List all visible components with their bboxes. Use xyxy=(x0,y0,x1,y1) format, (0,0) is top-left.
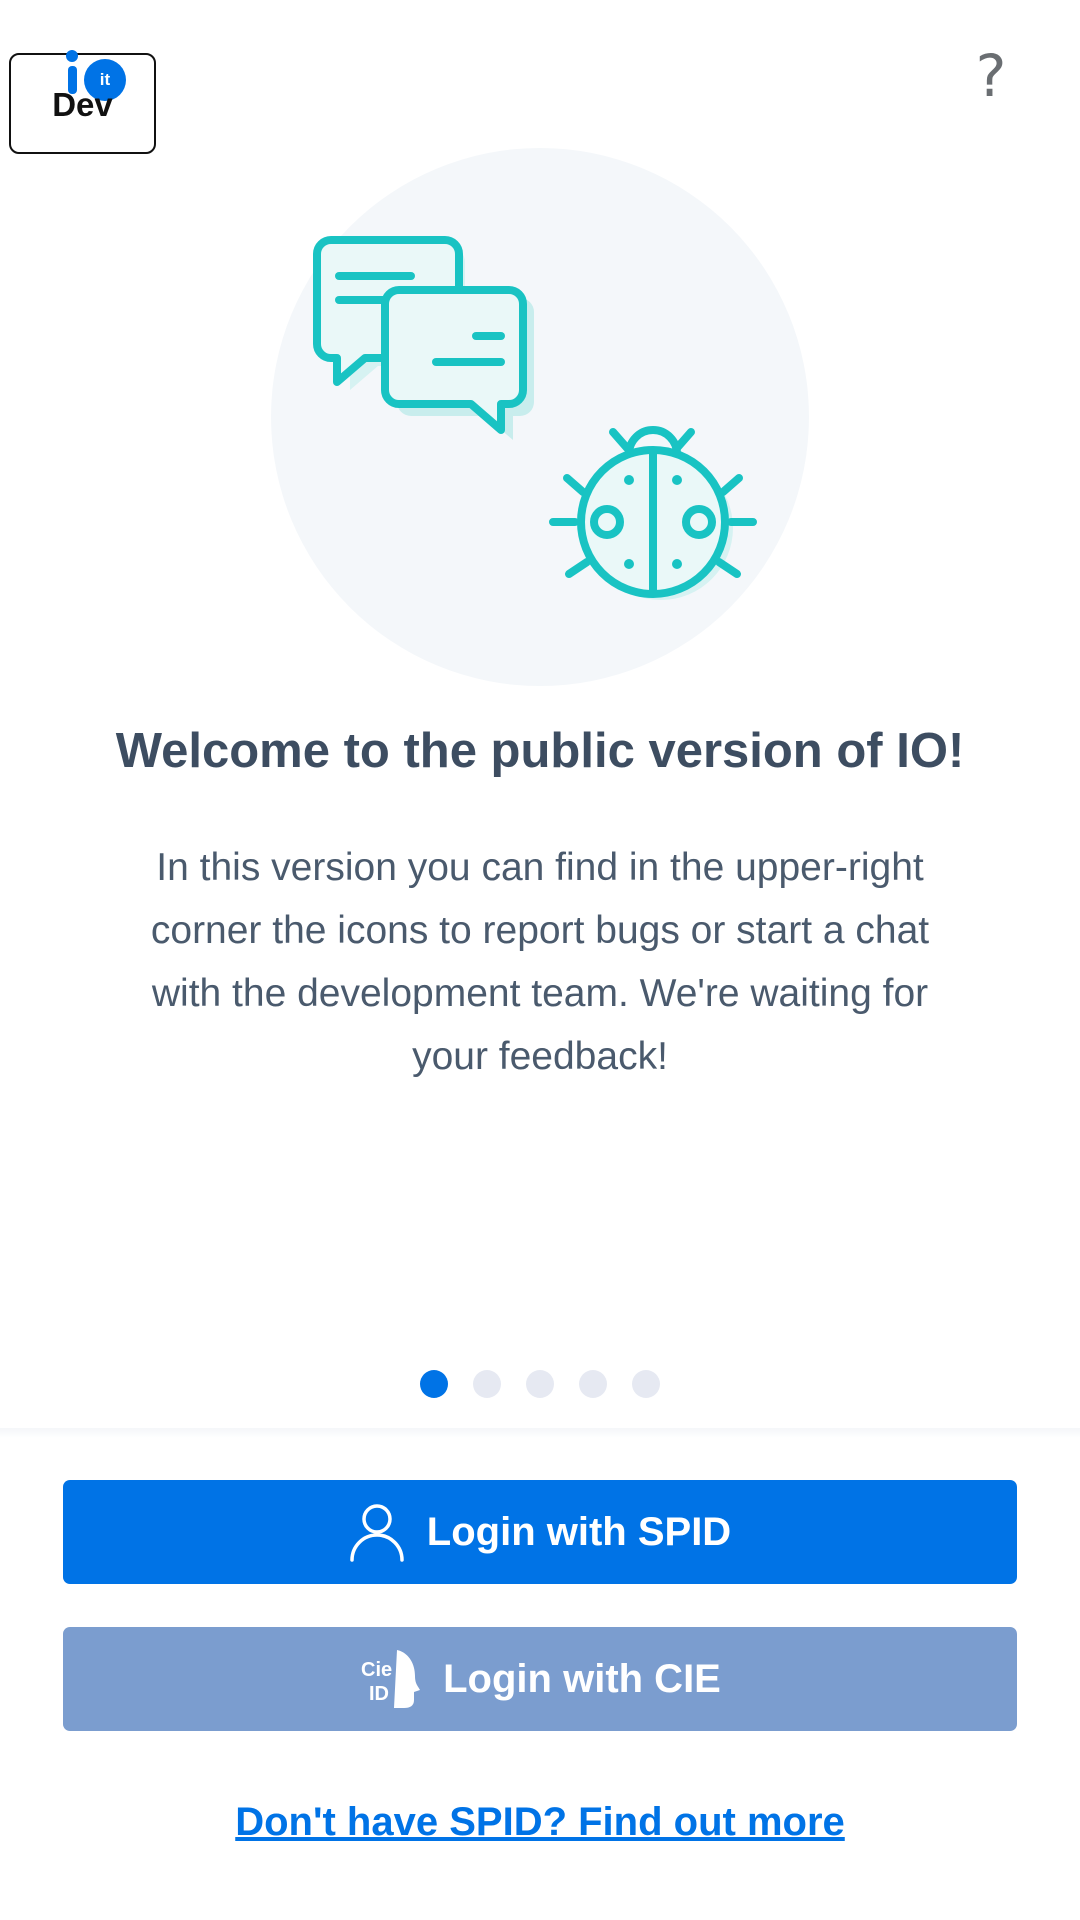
question-mark-icon: ? xyxy=(975,42,1007,110)
bug-icon xyxy=(549,426,757,600)
welcome-title: Welcome to the public version of IO! xyxy=(115,724,965,778)
pager-dot-4[interactable] xyxy=(579,1370,607,1398)
chat-bubbles-icon xyxy=(313,236,534,440)
welcome-screen: it Dev ? Welcome to the public version o… xyxy=(0,0,1080,1920)
welcome-description: In this version you can find in the uppe… xyxy=(150,846,930,1078)
pager-dot-2[interactable] xyxy=(473,1370,501,1398)
cie-id-icon: Cie ID xyxy=(359,1646,421,1712)
logo-dev-label: Dev xyxy=(52,86,113,123)
pager-dot-1[interactable] xyxy=(420,1370,448,1398)
svg-text:ID: ID xyxy=(369,1683,389,1705)
help-button[interactable]: ? xyxy=(955,40,1027,112)
login-cie-button[interactable]: Cie ID Login with CIE xyxy=(63,1627,1017,1731)
svg-text:Cie: Cie xyxy=(361,1659,392,1681)
pager-dot-3[interactable] xyxy=(526,1370,554,1398)
spid-info-link[interactable]: Don't have SPID? Find out more xyxy=(0,1800,1080,1845)
footer-divider xyxy=(0,1428,1080,1438)
login-spid-button[interactable]: Login with SPID xyxy=(63,1480,1017,1584)
app-dev-logo: it Dev xyxy=(9,50,156,154)
carousel-pager xyxy=(0,1370,1080,1398)
pager-dot-5[interactable] xyxy=(632,1370,660,1398)
login-cie-label: Login with CIE xyxy=(443,1656,721,1701)
logo-i-dot xyxy=(66,50,78,62)
welcome-illustration xyxy=(313,236,757,600)
user-icon xyxy=(349,1502,405,1562)
login-spid-label: Login with SPID xyxy=(426,1509,732,1554)
